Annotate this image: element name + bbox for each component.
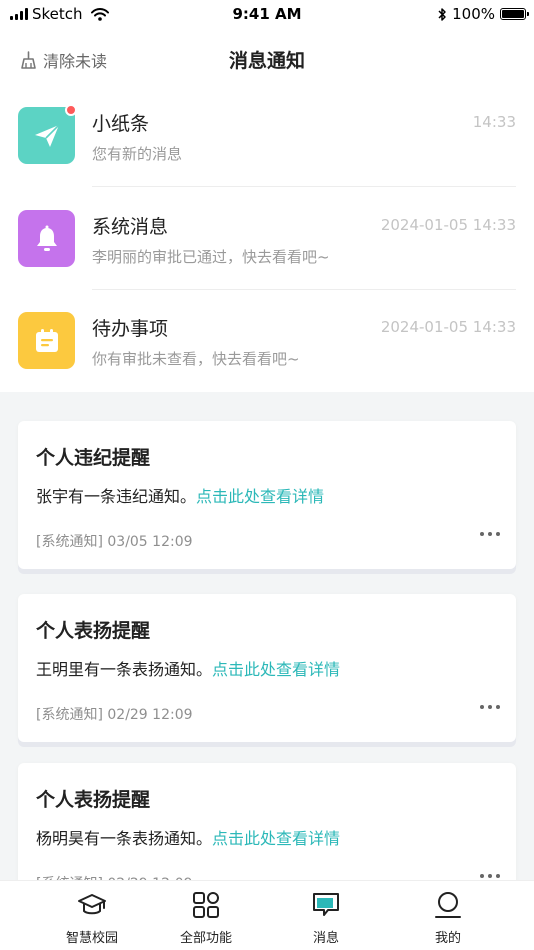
notice-title: 个人表扬提醒 [36,620,151,642]
profile-icon [435,892,461,918]
more-icon[interactable] [480,874,500,878]
notice-detail-link[interactable]: 点击此处查看详情 [196,487,324,506]
bluetooth-icon [438,7,446,21]
battery-icon [500,8,529,20]
page-title: 消息通知 [228,50,305,72]
notice-card[interactable]: 个人表扬提醒 王明里有一条表扬通知。点击此处查看详情 [系统通知] 02/29 … [18,594,516,742]
category-subtitle: 您有新的消息 [92,145,183,163]
notice-detail-link[interactable]: 点击此处查看详情 [212,829,340,848]
notice-meta: [系统通知] 02/29 12:09 [36,707,193,723]
tab-bar: 智慧校园 全部功能 消息 我的 [0,880,534,950]
category-time: 2024-01-05 14:33 [380,216,516,234]
notice-card[interactable]: 个人违纪提醒 张宇有一条违纪通知。点击此处查看详情 [系统通知] 03/05 1… [18,421,516,569]
graduation-cap-icon [78,894,106,915]
more-icon[interactable] [480,705,500,709]
notice-detail-link[interactable]: 点击此处查看详情 [212,660,340,679]
tab-smart-campus[interactable]: 智慧校园 [32,889,152,946]
notice-text: 王明里有一条表扬通知。 [36,660,213,679]
category-name: 小纸条 [92,113,150,135]
category-time: 14:33 [472,113,516,131]
tab-label: 消息 [312,931,339,946]
calendar-icon [18,312,75,369]
category-name: 待办事项 [92,318,169,340]
divider [92,186,516,187]
bell-icon [18,210,75,267]
battery-percent: 100% [452,5,495,23]
unread-badge [65,104,77,116]
tab-label: 全部功能 [179,931,232,946]
notice-text: 张宇有一条违纪通知。 [36,487,197,506]
notice-text: 杨明昊有一条表扬通知。 [36,829,213,848]
category-subtitle: 李明丽的审批已通过，快去看看吧~ [92,248,330,266]
tab-profile[interactable]: 我的 [388,889,508,946]
category-time: 2024-01-05 14:33 [380,318,516,336]
tab-label: 我的 [434,931,461,946]
divider [92,289,516,290]
tab-messages[interactable]: 消息 [266,889,386,946]
message-category-system[interactable]: 系统消息 李明丽的审批已通过，快去看看吧~ 2024-01-05 14:33 [0,210,534,313]
grid-icon [193,892,219,918]
category-subtitle: 你有审批未查看，快去看看吧~ [92,350,300,368]
notice-body: 张宇有一条违纪通知。点击此处查看详情 [36,483,324,507]
notice-body: 王明里有一条表扬通知。点击此处查看详情 [36,656,340,680]
more-icon[interactable] [480,532,500,536]
paper-plane-icon [18,107,75,164]
message-category-notes[interactable]: 小纸条 您有新的消息 14:33 [0,104,534,210]
notice-title: 个人表扬提醒 [36,789,151,811]
notice-title: 个人违纪提醒 [36,447,151,469]
notice-meta: [系统通知] 03/05 12:09 [36,534,193,550]
tab-all-functions[interactable]: 全部功能 [146,889,266,946]
category-name: 系统消息 [92,216,169,238]
message-category-todo[interactable]: 待办事项 你有审批未查看，快去看看吧~ 2024-01-05 14:33 [0,312,534,415]
nav-bar: 清除未读 消息通知 [0,36,534,82]
message-icon [313,893,339,916]
notice-body: 杨明昊有一条表扬通知。点击此处查看详情 [36,825,340,849]
status-bar: Sketch 9:41 AM 100% [0,0,534,30]
tab-label: 智慧校园 [65,931,118,946]
